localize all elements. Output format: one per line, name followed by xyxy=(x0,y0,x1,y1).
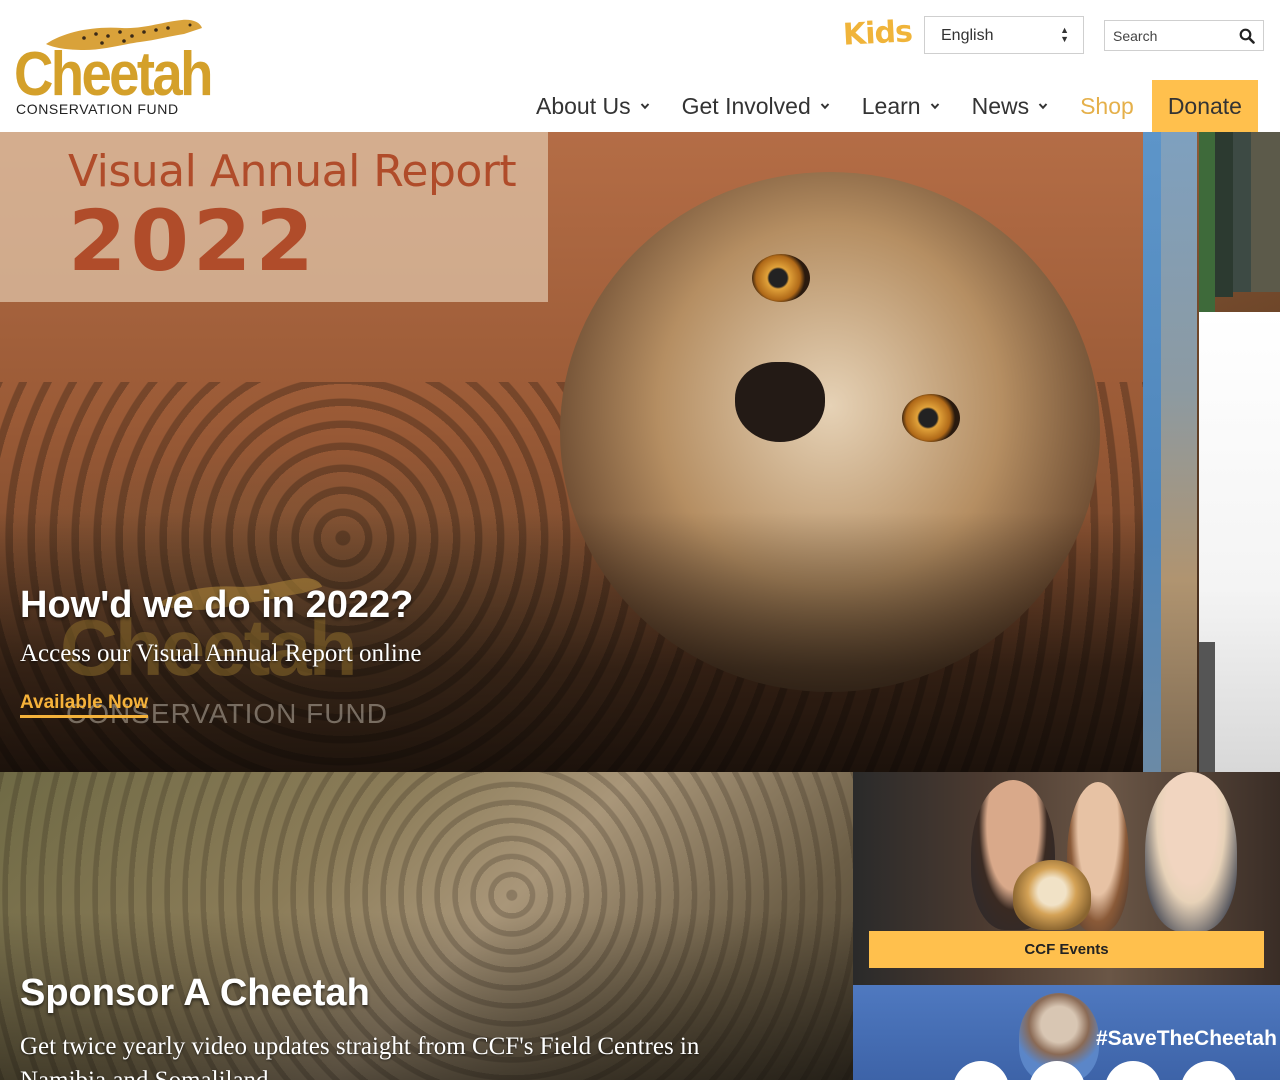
hero-heading: How'd we do in 2022? xyxy=(20,584,414,626)
select-arrows-icon: ▲ ▼ xyxy=(1060,25,1069,44)
sponsor-heading: Sponsor A Cheetah xyxy=(20,972,370,1014)
kids-label: Kids xyxy=(842,14,913,53)
nav-item-learn[interactable]: Learn xyxy=(846,80,956,132)
donate-button[interactable]: Donate xyxy=(1151,80,1258,132)
nav-item-label: Learn xyxy=(861,92,921,119)
nav-item-get-involved[interactable]: Get Involved xyxy=(666,80,846,132)
nav-item-shop[interactable]: Shop xyxy=(1064,80,1150,132)
cheetah-eye xyxy=(902,394,960,442)
hero-banner[interactable]: Visual Annual Report 2022 Cheetah CONSER… xyxy=(0,132,1280,772)
save-the-cheetah-card[interactable]: #SaveTheCheetah xyxy=(853,985,1280,1080)
language-select[interactable]: English ▲ ▼ xyxy=(924,16,1084,54)
available-now-link[interactable]: Available Now xyxy=(20,692,149,718)
site-logo[interactable]: Cheetah CONSERVATION FUND xyxy=(14,14,213,118)
chevron-down-icon xyxy=(930,103,939,110)
chevron-down-icon xyxy=(820,103,829,110)
report-cover-strips xyxy=(1143,132,1280,772)
cheetah-nose xyxy=(735,362,825,442)
kids-link[interactable]: Kids xyxy=(842,14,913,53)
logo-wordmark: Cheetah xyxy=(14,40,213,109)
search-input[interactable] xyxy=(1105,21,1235,50)
chevron-down-icon xyxy=(640,103,649,110)
report-image-year: 2022 xyxy=(68,192,318,290)
ccf-events-card[interactable]: CCF Events xyxy=(853,772,1280,985)
nav-item-label: News xyxy=(971,92,1030,119)
report-image-title: Visual Annual Report xyxy=(68,146,517,197)
cheetah-eye xyxy=(752,254,810,302)
nav-item-label: About Us xyxy=(536,92,631,119)
events-photo-plush xyxy=(1013,860,1091,930)
sponsor-a-cheetah-card[interactable]: Sponsor A Cheetah Get twice yearly video… xyxy=(0,772,853,1080)
instagram-icon[interactable] xyxy=(1105,1061,1161,1080)
hero-subheading: Access our Visual Annual Report online xyxy=(20,640,422,667)
ccf-events-button[interactable]: CCF Events xyxy=(869,931,1264,968)
logo-subtitle: CONSERVATION FUND xyxy=(16,101,179,117)
nav-item-label: Get Involved xyxy=(681,92,811,119)
sponsor-text: Get twice yearly video updates straight … xyxy=(20,1033,700,1080)
donate-label: Donate xyxy=(1167,92,1242,119)
pinterest-icon[interactable] xyxy=(1181,1061,1237,1080)
nav-item-about-us[interactable]: About Us xyxy=(520,80,666,132)
main-nav: About Us Get Involved Learn News Shop Do… xyxy=(520,80,1258,132)
site-header: Cheetah CONSERVATION FUND Kids English ▲… xyxy=(0,0,1280,132)
facebook-icon[interactable] xyxy=(953,1061,1009,1080)
nav-item-label: Shop xyxy=(1080,92,1134,119)
search-icon[interactable] xyxy=(1239,28,1255,44)
language-selected-value: English xyxy=(941,27,994,44)
social-hashtag: #SaveTheCheetah xyxy=(1096,1027,1277,1050)
report-title-band: Visual Annual Report 2022 xyxy=(0,132,548,302)
nav-item-news[interactable]: News xyxy=(956,80,1065,132)
events-photo-person xyxy=(1145,772,1237,932)
chevron-down-icon xyxy=(1038,103,1048,110)
search-box xyxy=(1104,20,1264,51)
